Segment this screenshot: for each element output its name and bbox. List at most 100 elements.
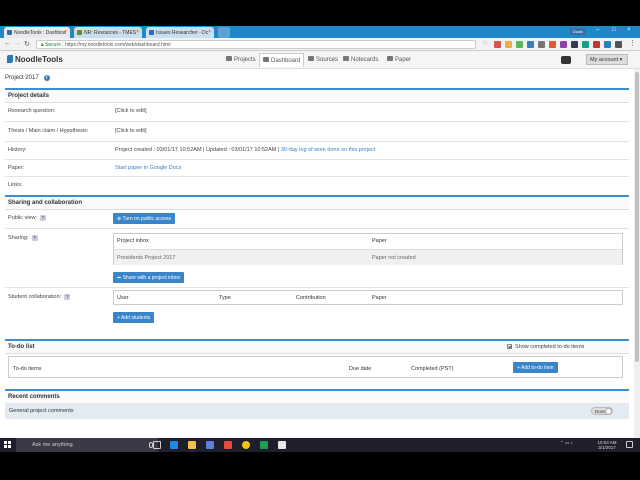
extension-icon[interactable]: [571, 41, 578, 48]
store-icon[interactable]: [206, 441, 214, 449]
clock[interactable]: 10:53 AM 3/1/2017: [593, 440, 621, 450]
taskbar-search-input[interactable]: Ask me anything: [16, 438, 158, 452]
maximize-icon[interactable]: □: [612, 27, 616, 33]
tab-noodletools[interactable]: NoodleTools : Dashboa ×: [4, 27, 70, 38]
nav-sources[interactable]: Sources: [306, 55, 340, 64]
close-icon[interactable]: ×: [64, 29, 67, 35]
excel-icon[interactable]: [260, 441, 268, 449]
sharing-label: Sharing:: [8, 235, 29, 241]
project-title[interactable]: Project 2017: [5, 75, 39, 81]
address-bar-row: ← → ↻ 🔒︎ Secure | https://my.noodletools…: [0, 38, 640, 51]
paper-icon: [387, 56, 393, 61]
task-view-icon[interactable]: [153, 441, 161, 449]
help-icon[interactable]: ?: [40, 215, 47, 221]
field-label: Links:: [8, 182, 23, 188]
extension-icon[interactable]: [549, 41, 556, 48]
nav-notecards[interactable]: Notecards: [341, 55, 380, 64]
scrollbar-thumb[interactable]: [635, 72, 639, 362]
docs-favicon-icon: [149, 30, 154, 35]
camtasia-icon[interactable]: [278, 441, 286, 449]
logo[interactable]: NoodleTools: [7, 55, 63, 64]
file-explorer-icon[interactable]: [188, 441, 196, 449]
help-icon[interactable]: ?: [31, 235, 38, 241]
share-inbox-button[interactable]: ➦ Share with a project inbox: [113, 272, 185, 283]
extension-icon[interactable]: [505, 41, 512, 48]
column-header: Completed (PST): [411, 366, 454, 372]
nav-paper[interactable]: Paper: [385, 55, 413, 64]
my-account-button[interactable]: My account ▾: [586, 54, 628, 65]
chat-icon[interactable]: [561, 56, 571, 64]
bookmark-star-icon[interactable]: ☆: [482, 39, 488, 47]
extension-icon[interactable]: [593, 41, 600, 48]
general-comments-row[interactable]: General project comments Done: [5, 403, 629, 419]
notecards-icon: [343, 56, 349, 61]
minimize-icon[interactable]: –: [596, 27, 599, 33]
button-label: Add to-do item: [521, 365, 554, 371]
forward-icon[interactable]: →: [14, 40, 21, 47]
research-question-value[interactable]: [Click to edit]: [115, 108, 146, 114]
extension-icon[interactable]: [582, 41, 589, 48]
edge-icon[interactable]: [170, 441, 178, 449]
thesis-value[interactable]: [Click to edit]: [115, 128, 146, 134]
logo-text: NoodleTools: [15, 55, 63, 64]
history-value: Project created : 03/01/17 10:52AM | Upd…: [115, 147, 375, 153]
button-label: Share with a project inbox: [122, 275, 181, 281]
extension-icon[interactable]: [494, 41, 501, 48]
search-placeholder: Ask me anything: [32, 442, 73, 448]
table-row[interactable]: Presidents Project 2017 Paper not create…: [114, 249, 622, 265]
globe-icon: ⊕: [117, 216, 122, 222]
nav-label: Projects: [234, 57, 256, 63]
add-students-button[interactable]: + Add students: [113, 312, 155, 323]
notification-icon[interactable]: [626, 441, 633, 448]
tab-issues-researcher[interactable]: Issues Researcher - Dc ×: [146, 27, 214, 38]
add-todo-button[interactable]: + Add to-do item: [513, 362, 558, 373]
tab-resources[interactable]: NR: Resources - TMES ×: [74, 27, 142, 38]
app-icon[interactable]: [224, 441, 232, 449]
reload-icon[interactable]: ↻: [24, 40, 30, 48]
back-icon[interactable]: ←: [4, 40, 11, 47]
help-icon[interactable]: ?: [64, 294, 71, 300]
column-header: Paper: [372, 295, 387, 301]
extension-icon[interactable]: [516, 41, 523, 48]
show-completed-checkbox[interactable]: Show completed to-do items: [507, 344, 584, 350]
extension-icon[interactable]: [604, 41, 611, 48]
windows-start-icon[interactable]: [4, 441, 12, 449]
url-text: https://my.noodletools.com/web/dashboard…: [65, 42, 171, 48]
url-field[interactable]: 🔒︎ Secure | https://my.noodletools.com/w…: [36, 40, 476, 49]
close-icon[interactable]: ×: [208, 29, 211, 35]
extension-icon[interactable]: [615, 41, 622, 48]
history-log-link[interactable]: 30-day log of work done on this project: [281, 147, 375, 153]
project-inbox-table: Project inbox Paper Presidents Project 2…: [113, 233, 623, 265]
nav-label: Paper: [395, 57, 412, 63]
close-icon[interactable]: ×: [136, 29, 139, 35]
done-toggle[interactable]: Done: [591, 407, 613, 415]
start-paper-link[interactable]: Start paper in Google Docs: [115, 165, 181, 171]
sources-icon: [308, 56, 314, 61]
close-window-icon[interactable]: ×: [627, 27, 631, 33]
menu-icon[interactable]: ⋮: [629, 39, 636, 47]
field-label: Thesis / Main claim / Hypothesis:: [8, 128, 89, 134]
plus-icon: +: [117, 315, 120, 321]
button-label: Add students: [121, 315, 151, 321]
new-tab-button[interactable]: [218, 27, 230, 38]
info-icon[interactable]: i: [43, 75, 50, 81]
public-access-button[interactable]: ⊕ Turn on public access: [113, 213, 175, 224]
extension-icon[interactable]: [527, 41, 534, 48]
folder-icon: [226, 56, 232, 61]
nav-label: Dashboard: [271, 58, 301, 64]
field-label: History:: [8, 147, 27, 153]
extension-icon[interactable]: [560, 41, 567, 48]
field-label: Paper:: [8, 165, 25, 171]
tray-icons[interactable]: ⌃ ▭ ♪: [560, 440, 573, 445]
research-question-row: Research question: [Click to edit]: [5, 102, 629, 122]
profile-badge[interactable]: Duda: [570, 28, 586, 35]
extension-icon[interactable]: [538, 41, 545, 48]
windows-taskbar: Ask me anything ⌃ ▭ ♪ 10:53 AM 3/1/2017: [0, 438, 640, 452]
nav-dashboard[interactable]: Dashboard: [259, 53, 305, 67]
nav-projects[interactable]: Projects: [224, 55, 258, 64]
noodletools-logo-icon: [7, 55, 13, 63]
field-label: Public view:?: [8, 215, 47, 221]
paper-row: Paper: Start paper in Google Docs: [5, 160, 629, 177]
todo-panel: To-do list Show completed to-do items To…: [5, 339, 629, 383]
chrome-icon[interactable]: [242, 441, 250, 449]
